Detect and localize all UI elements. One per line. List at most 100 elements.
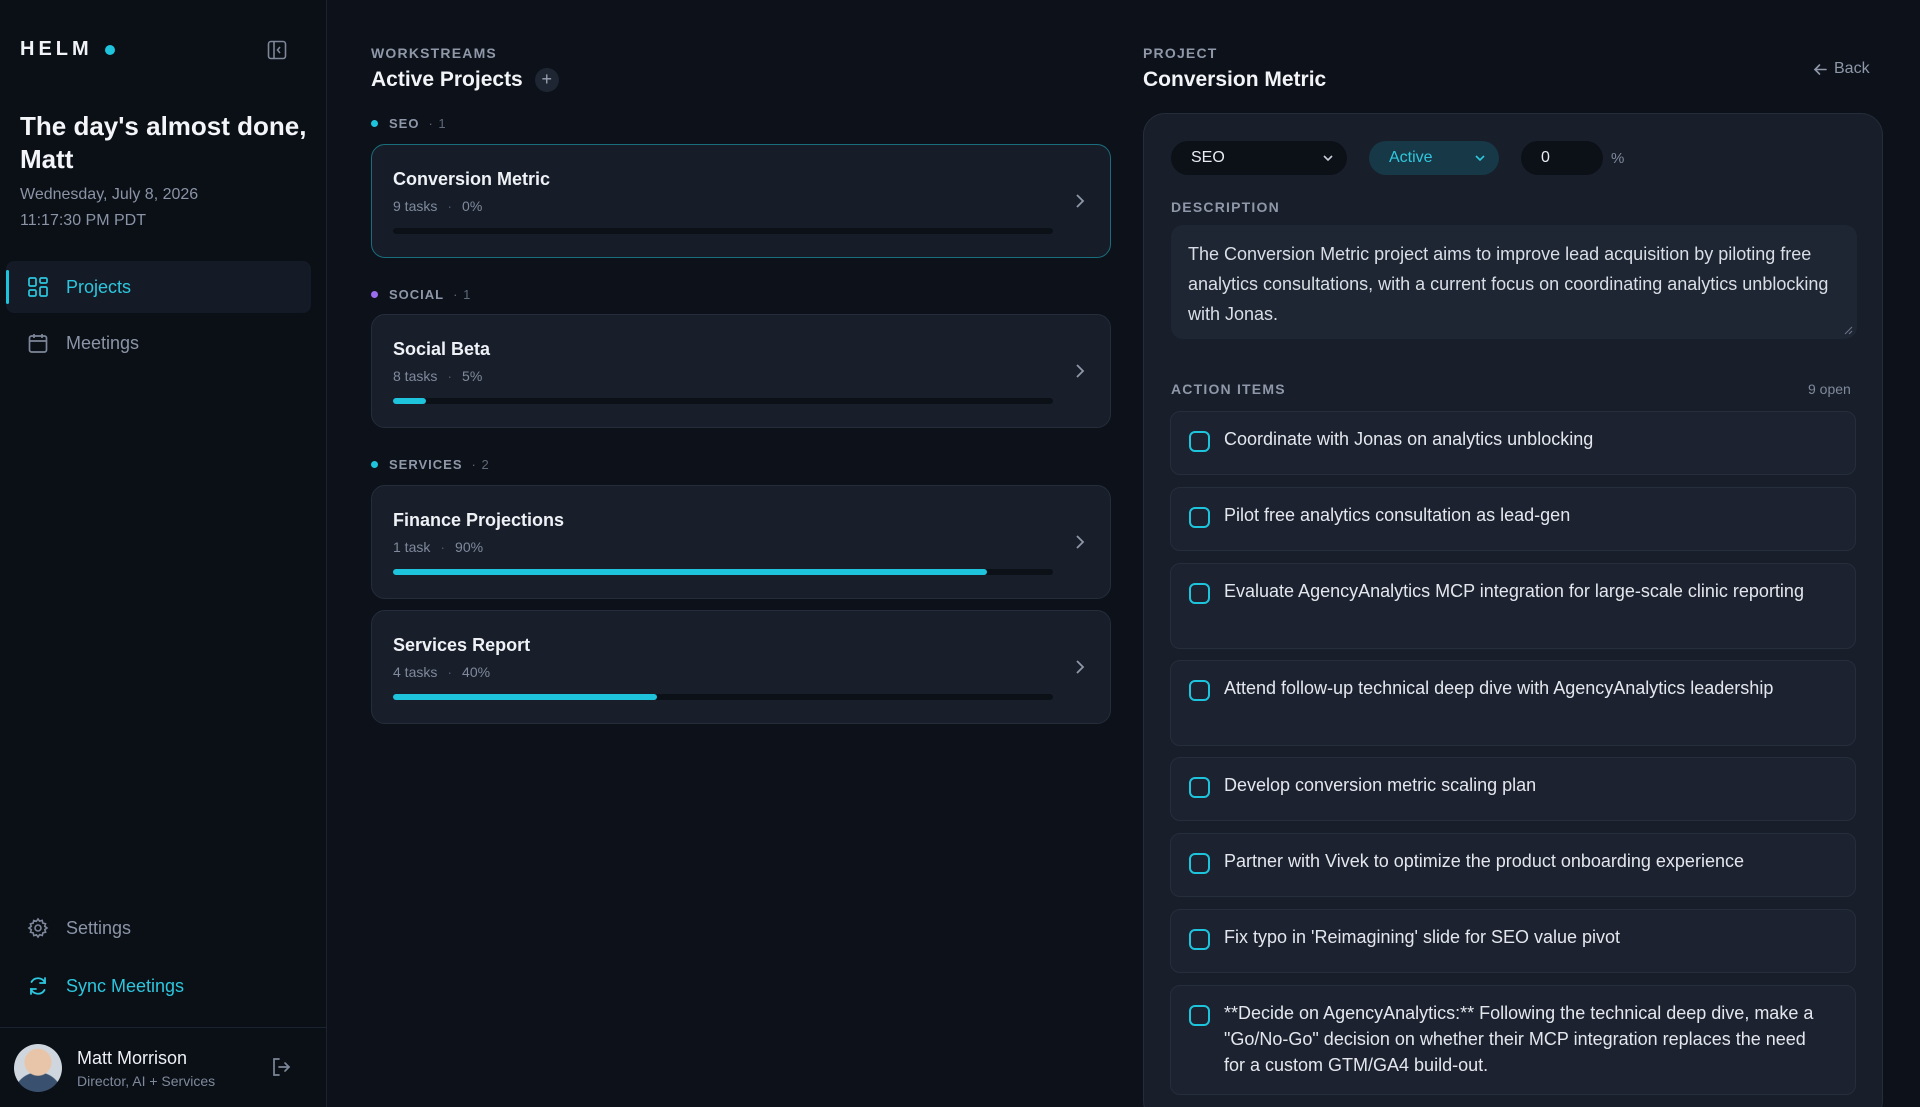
action-item-text: Partner with Vivek to optimize the produ…	[1224, 851, 1744, 871]
collapse-sidebar-button[interactable]	[266, 39, 288, 61]
action-item[interactable]: Fix typo in 'Reimagining' slide for SEO …	[1170, 909, 1856, 973]
chevron-down-icon	[1323, 155, 1333, 162]
project-meta: 9 tasks · 0%	[393, 198, 483, 214]
chevron-right-icon	[1076, 535, 1085, 549]
action-item[interactable]: Coordinate with Jonas on analytics unblo…	[1170, 411, 1856, 475]
action-item-checkbox[interactable]	[1189, 583, 1210, 604]
project-percent: 5%	[462, 368, 483, 384]
group-social-label: SOCIAL	[389, 287, 445, 302]
description-text: The Conversion Metric project aims to im…	[1188, 244, 1829, 324]
status-value: Active	[1389, 149, 1433, 166]
project-progress-bar	[393, 398, 1053, 404]
action-item[interactable]: Develop conversion metric scaling plan	[1170, 757, 1856, 821]
group-services-count: · 2	[471, 457, 490, 472]
sidebar-toggle-icon	[267, 40, 287, 60]
action-item-text: Develop conversion metric scaling plan	[1224, 775, 1537, 795]
action-item-text: Pilot free analytics consultation as lea…	[1224, 505, 1571, 525]
action-item[interactable]: **Decide on AgencyAnalytics:** Following…	[1170, 985, 1856, 1095]
project-task-count: 1 task	[393, 539, 431, 555]
group-dot	[371, 291, 378, 298]
brand: HELM	[20, 38, 115, 61]
workstreams-title: Active Projects	[371, 68, 523, 91]
project-card-social-beta[interactable]: Social Beta 8 tasks · 5%	[371, 314, 1111, 428]
nav-settings[interactable]: Settings	[6, 902, 311, 954]
chevron-right-icon	[1076, 194, 1085, 208]
progress-percent-input[interactable]: 0	[1521, 141, 1603, 175]
project-progress-bar	[393, 228, 1053, 234]
project-progress-fill	[393, 398, 426, 404]
logout-icon	[273, 1058, 291, 1076]
sidebar: HELM The day's almost done, Matt Wednesd…	[0, 0, 327, 1107]
sync-meetings-button[interactable]: Sync Meetings	[6, 960, 311, 1012]
project-percent: 0%	[462, 198, 483, 214]
add-project-button[interactable]: +	[534, 68, 559, 92]
project-task-count: 4 tasks	[393, 664, 438, 680]
resize-handle-icon[interactable]	[1843, 325, 1853, 335]
project-progress-bar	[393, 694, 1053, 700]
action-item[interactable]: Evaluate AgencyAnalytics MCP integration…	[1170, 563, 1856, 649]
action-item[interactable]: Partner with Vivek to optimize the produ…	[1170, 833, 1856, 897]
action-item-checkbox[interactable]	[1189, 777, 1210, 798]
category-value: SEO	[1191, 149, 1225, 166]
brand-name: HELM	[20, 38, 93, 60]
action-item-checkbox[interactable]	[1189, 507, 1210, 528]
user-info: Matt Morrison Director, AI + Services	[77, 1047, 215, 1089]
sync-meetings-label: Sync Meetings	[66, 975, 185, 996]
project-percent: 90%	[455, 539, 484, 555]
project-card-services-report[interactable]: Services Report 4 tasks · 40%	[371, 610, 1111, 724]
project-progress-fill	[393, 569, 987, 575]
back-label: Back	[1834, 60, 1870, 77]
project-meta: 4 tasks · 40%	[393, 664, 491, 680]
group-social-count: · 1	[453, 287, 472, 302]
action-item-checkbox[interactable]	[1189, 680, 1210, 701]
group-dot	[371, 461, 378, 468]
gear-icon	[26, 916, 50, 940]
action-item[interactable]: Attend follow-up technical deep dive wit…	[1170, 660, 1856, 746]
group-services-label: SERVICES	[389, 457, 463, 472]
description-textarea[interactable]: The Conversion Metric project aims to im…	[1171, 225, 1857, 339]
arrow-left-icon	[1813, 63, 1827, 75]
current-datetime: Wednesday, July 8, 2026 11:17:30 PM PDT	[20, 182, 198, 234]
status-select[interactable]: Active	[1369, 141, 1499, 175]
user-name: Matt Morrison	[77, 1047, 188, 1068]
project-meta: 1 task · 90%	[393, 539, 484, 555]
action-item-checkbox[interactable]	[1189, 853, 1210, 874]
calendar-icon	[26, 331, 50, 355]
current-time: 11:17:30 PM PDT	[20, 212, 146, 229]
grid-icon	[26, 275, 50, 299]
project-name: Finance Projections	[393, 510, 565, 530]
action-item[interactable]: Pilot free analytics consultation as lea…	[1170, 487, 1856, 551]
nav-projects[interactable]: Projects	[6, 261, 311, 313]
action-item-text: Fix typo in 'Reimagining' slide for SEO …	[1224, 927, 1621, 947]
action-item-checkbox[interactable]	[1189, 1005, 1210, 1026]
logout-button[interactable]	[270, 1056, 294, 1080]
group-dot	[371, 120, 378, 127]
nav-settings-label: Settings	[66, 917, 132, 938]
action-item-checkbox[interactable]	[1189, 431, 1210, 452]
action-item-text: Attend follow-up technical deep dive wit…	[1224, 678, 1774, 698]
project-name: Conversion Metric	[393, 169, 551, 189]
greeting: The day's almost done, Matt	[20, 111, 307, 174]
refresh-icon	[26, 974, 50, 998]
project-percent: 40%	[462, 664, 491, 680]
project-card-finance-projections[interactable]: Finance Projections 1 task · 90%	[371, 485, 1111, 599]
user-profile: Matt Morrison Director, AI + Services	[0, 1027, 327, 1107]
project-controls: SEO Active 0 %	[1171, 141, 1624, 175]
project-task-count: 8 tasks	[393, 368, 438, 384]
action-item-text: Evaluate AgencyAnalytics MCP integration…	[1224, 581, 1804, 601]
action-item-checkbox[interactable]	[1189, 929, 1210, 950]
project-name: Services Report	[393, 635, 531, 655]
group-seo-label: SEO	[389, 116, 420, 131]
project-progress-bar	[393, 569, 1053, 575]
back-button[interactable]: Back	[1813, 60, 1870, 78]
chevron-right-icon	[1076, 660, 1085, 674]
group-services: SERVICES · 2	[371, 457, 490, 472]
group-seo-count: · 1	[428, 116, 447, 131]
brand-status-dot	[104, 44, 115, 55]
category-select[interactable]: SEO	[1171, 141, 1347, 175]
project-card-conversion-metric[interactable]: Conversion Metric 9 tasks · 0%	[371, 144, 1111, 258]
group-social: SOCIAL · 1	[371, 287, 471, 302]
workstreams-eyebrow: WORKSTREAMS	[371, 45, 497, 61]
nav-meetings[interactable]: Meetings	[6, 317, 311, 369]
project-title: Conversion Metric	[1143, 68, 1327, 91]
